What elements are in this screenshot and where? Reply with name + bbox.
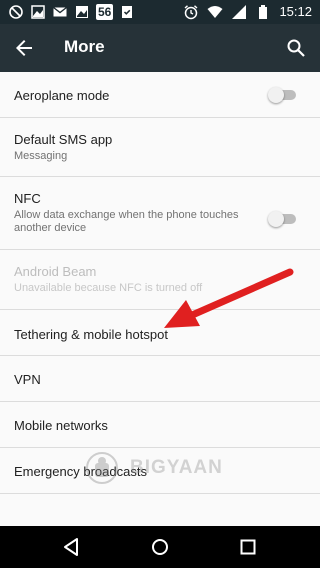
- gallery-icon: [30, 4, 46, 20]
- clipboard-check-icon: [119, 4, 135, 20]
- nfc-toggle[interactable]: [268, 211, 298, 227]
- watermark-text: BIGYAAN: [130, 457, 223, 478]
- app-bar: More: [0, 24, 320, 72]
- nav-home-button[interactable]: [148, 535, 172, 559]
- annotation-arrow-icon: [164, 268, 294, 328]
- status-time: 15:12: [279, 4, 312, 19]
- setting-mobile-networks[interactable]: Mobile networks: [0, 402, 320, 448]
- mail-icon: [52, 4, 68, 20]
- search-icon: [287, 39, 305, 57]
- image-icon: [74, 4, 90, 20]
- wifi-icon: [207, 4, 223, 20]
- setting-subtitle: Messaging: [14, 150, 68, 162]
- signal-icon: [231, 4, 247, 20]
- aeroplane-mode-toggle[interactable]: [268, 87, 298, 103]
- setting-title: Default SMS app: [14, 132, 113, 147]
- nav-back-button[interactable]: [60, 535, 84, 559]
- setting-vpn[interactable]: VPN: [0, 356, 320, 402]
- battery-icon: [255, 4, 271, 20]
- circle-home-icon: [152, 539, 168, 555]
- status-bar: 56 15:12: [0, 0, 320, 24]
- back-button[interactable]: [12, 36, 36, 60]
- watermark: BIGYAAN: [74, 451, 284, 485]
- nav-recents-button[interactable]: [236, 535, 260, 559]
- triangle-back-icon: [64, 538, 78, 556]
- status-badge: 56: [96, 4, 114, 20]
- search-button[interactable]: [284, 36, 308, 60]
- setting-subtitle: Allow data exchange when the phone touch…: [14, 209, 239, 234]
- watermark-logo-icon: [86, 452, 118, 484]
- setting-title: Mobile networks: [14, 418, 108, 433]
- setting-title: NFC: [14, 191, 41, 206]
- setting-default-sms-app[interactable]: Default SMS app Messaging: [0, 118, 320, 177]
- setting-nfc[interactable]: NFC Allow data exchange when the phone t…: [0, 177, 320, 250]
- setting-title: VPN: [14, 372, 41, 387]
- page-title: More: [64, 37, 105, 56]
- square-recents-icon: [240, 539, 256, 555]
- setting-aeroplane-mode[interactable]: Aeroplane mode: [0, 72, 320, 118]
- alarm-icon: [183, 4, 199, 20]
- arrow-back-icon: [16, 40, 32, 56]
- do-not-disturb-icon: [8, 4, 24, 20]
- system-navigation-bar: [0, 526, 320, 568]
- setting-title: Aeroplane mode: [14, 88, 110, 103]
